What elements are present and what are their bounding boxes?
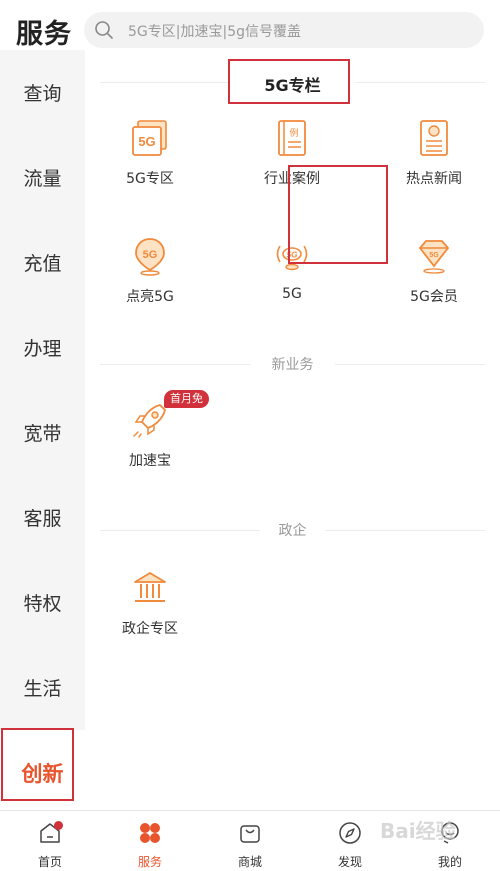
sidebar-item-query[interactable]: 查询	[0, 50, 85, 135]
nav-mall[interactable]: 商城	[200, 811, 300, 871]
tile-label: 加速宝	[129, 453, 171, 469]
highlight-box-5g-member	[288, 165, 388, 264]
nav-service[interactable]: 服务	[100, 811, 200, 871]
diamond-5g-icon: 5G	[418, 240, 450, 274]
nav-label: 我的	[437, 855, 462, 869]
tile-5g-member[interactable]: 5G 5G会员	[369, 236, 499, 316]
sidebar-item-privilege[interactable]: 特权	[0, 560, 85, 645]
tile-5g-zone[interactable]: 5G 5G专区	[85, 118, 215, 198]
watermark: Bai经验	[380, 819, 456, 843]
rocket-icon	[133, 404, 166, 438]
shopping-bag-icon	[240, 825, 260, 843]
5g-zone-icon: 5G	[132, 120, 167, 156]
compass-icon	[339, 822, 361, 844]
notification-dot	[54, 821, 63, 830]
highlight-box-5g-section	[228, 59, 350, 104]
search-bar[interactable]: 5G专区|加速宝|5g信号覆盖	[84, 12, 484, 48]
service-grid-icon	[140, 823, 160, 843]
svg-text:例: 例	[289, 127, 298, 139]
sidebar-item-data[interactable]: 流量	[0, 135, 85, 220]
search-placeholder: 5G专区|加速宝|5g信号覆盖	[128, 24, 301, 40]
tile-light-5g[interactable]: 5G 点亮5G	[85, 236, 215, 316]
nav-label: 商城	[237, 855, 262, 869]
sidebar-item-broadband[interactable]: 宽带	[0, 390, 85, 475]
svg-text:5G: 5G	[143, 249, 158, 261]
page-title: 服务	[16, 19, 72, 50]
app-screen: 服务 5G专区|加速宝|5g信号覆盖 查询 流量 充值 办理 宽带 客服 特权 …	[0, 0, 500, 871]
tile-label: 点亮5G	[126, 289, 174, 305]
nav-home[interactable]: 首页	[0, 811, 100, 871]
sidebar: 查询 流量 充值 办理 宽带 客服 特权 生活 创新	[0, 50, 85, 815]
case-book-icon: 例	[278, 120, 306, 156]
sidebar-item-recharge[interactable]: 充值	[0, 220, 85, 305]
svg-text:5G: 5G	[138, 134, 155, 149]
location-5g-icon: 5G	[135, 238, 165, 276]
bottom-nav: 首页 服务 商城 发现 我的 Bai经验	[0, 810, 500, 871]
highlight-box-innovation	[1, 728, 74, 801]
tile-gov-zone[interactable]: 政企专区	[85, 568, 215, 648]
tile-label: 5G专区	[126, 171, 174, 187]
nav-label: 发现	[337, 855, 362, 869]
bank-icon	[134, 572, 166, 602]
sidebar-item-life[interactable]: 生活	[0, 645, 85, 730]
search-icon	[95, 21, 113, 39]
sidebar-item-customer-service[interactable]: 客服	[0, 475, 85, 560]
tile-label: 5G会员	[410, 289, 458, 305]
tile-hot-news[interactable]: 热点新闻	[369, 118, 499, 198]
tile-accelerator[interactable]: 加速宝	[85, 400, 215, 480]
tile-label: 政企专区	[122, 621, 178, 637]
nav-label: 服务	[137, 855, 162, 869]
nav-label: 首页	[37, 855, 62, 869]
tile-label: 热点新闻	[406, 171, 462, 187]
news-icon	[420, 120, 448, 156]
sidebar-item-handle[interactable]: 办理	[0, 305, 85, 390]
tile-label: 5G	[282, 286, 302, 302]
svg-text:5G: 5G	[429, 252, 439, 259]
